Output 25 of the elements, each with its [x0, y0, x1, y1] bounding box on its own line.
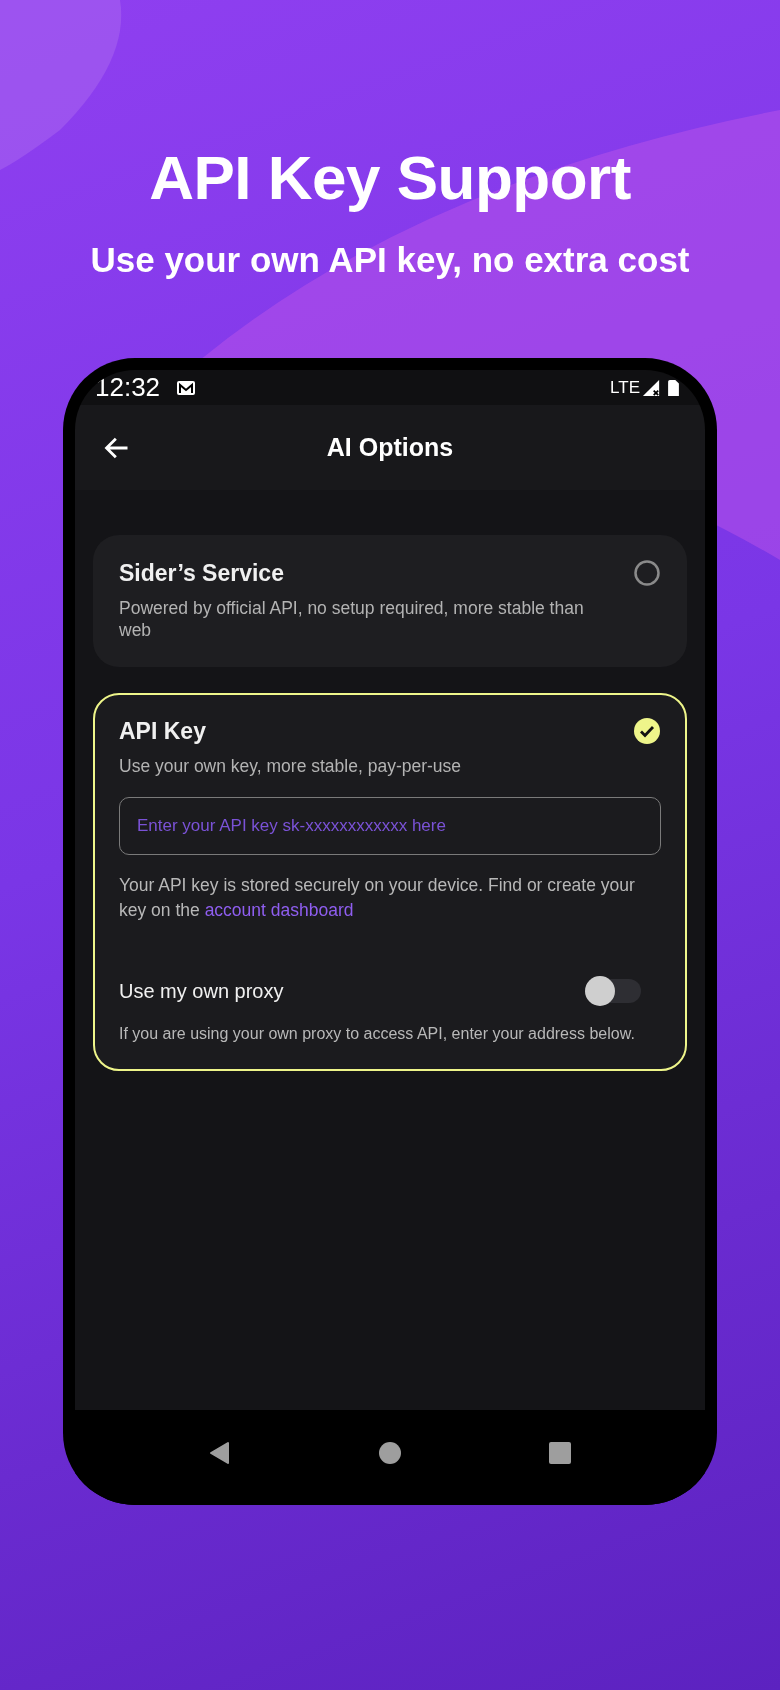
info-text: Your API key is stored securely on your device. Find or create your key on the account dashboard	[119, 874, 636, 922]
option-title: API Key	[119, 717, 206, 745]
back-nav-icon[interactable]	[208, 1440, 232, 1465]
api-key-field[interactable]: Enter your API key sk-xxxxxxxxxxxx here	[119, 797, 661, 855]
headline: API Key Support	[148, 142, 632, 214]
option-description: Powered by official API, no setup required, more stable than web	[119, 597, 585, 641]
signal-icon	[642, 378, 660, 397]
home-nav-icon[interactable]	[378, 1440, 402, 1465]
option-title: Sider’s Service	[119, 559, 284, 587]
radio-button[interactable]	[633, 559, 661, 587]
status-time: 12:32	[95, 372, 161, 403]
network-label: LTE	[610, 377, 640, 398]
option-card[interactable]	[93, 693, 687, 1071]
recents-nav-icon[interactable]	[548, 1440, 572, 1465]
account-dashboard-link[interactable]: account dashboard	[204, 900, 354, 920]
proxy-toggle[interactable]	[585, 979, 641, 1003]
option-description: Use your own key, more stable, pay-per-use	[119, 755, 463, 777]
battery-icon	[668, 378, 679, 397]
option-card[interactable]: Sider’s Service Powered by official API, no setup required, more stable than web	[93, 535, 687, 667]
proxy-label: Use my own proxy	[119, 979, 284, 1003]
screen-title: AI Options	[326, 433, 454, 462]
subheadline: Use your own API key, no extra cost	[89, 239, 691, 281]
proxy-hint: If you are using your own proxy to access API, enter your address below.	[119, 1024, 636, 1044]
mail-icon	[176, 379, 197, 396]
check-circle-icon[interactable]	[633, 717, 661, 745]
